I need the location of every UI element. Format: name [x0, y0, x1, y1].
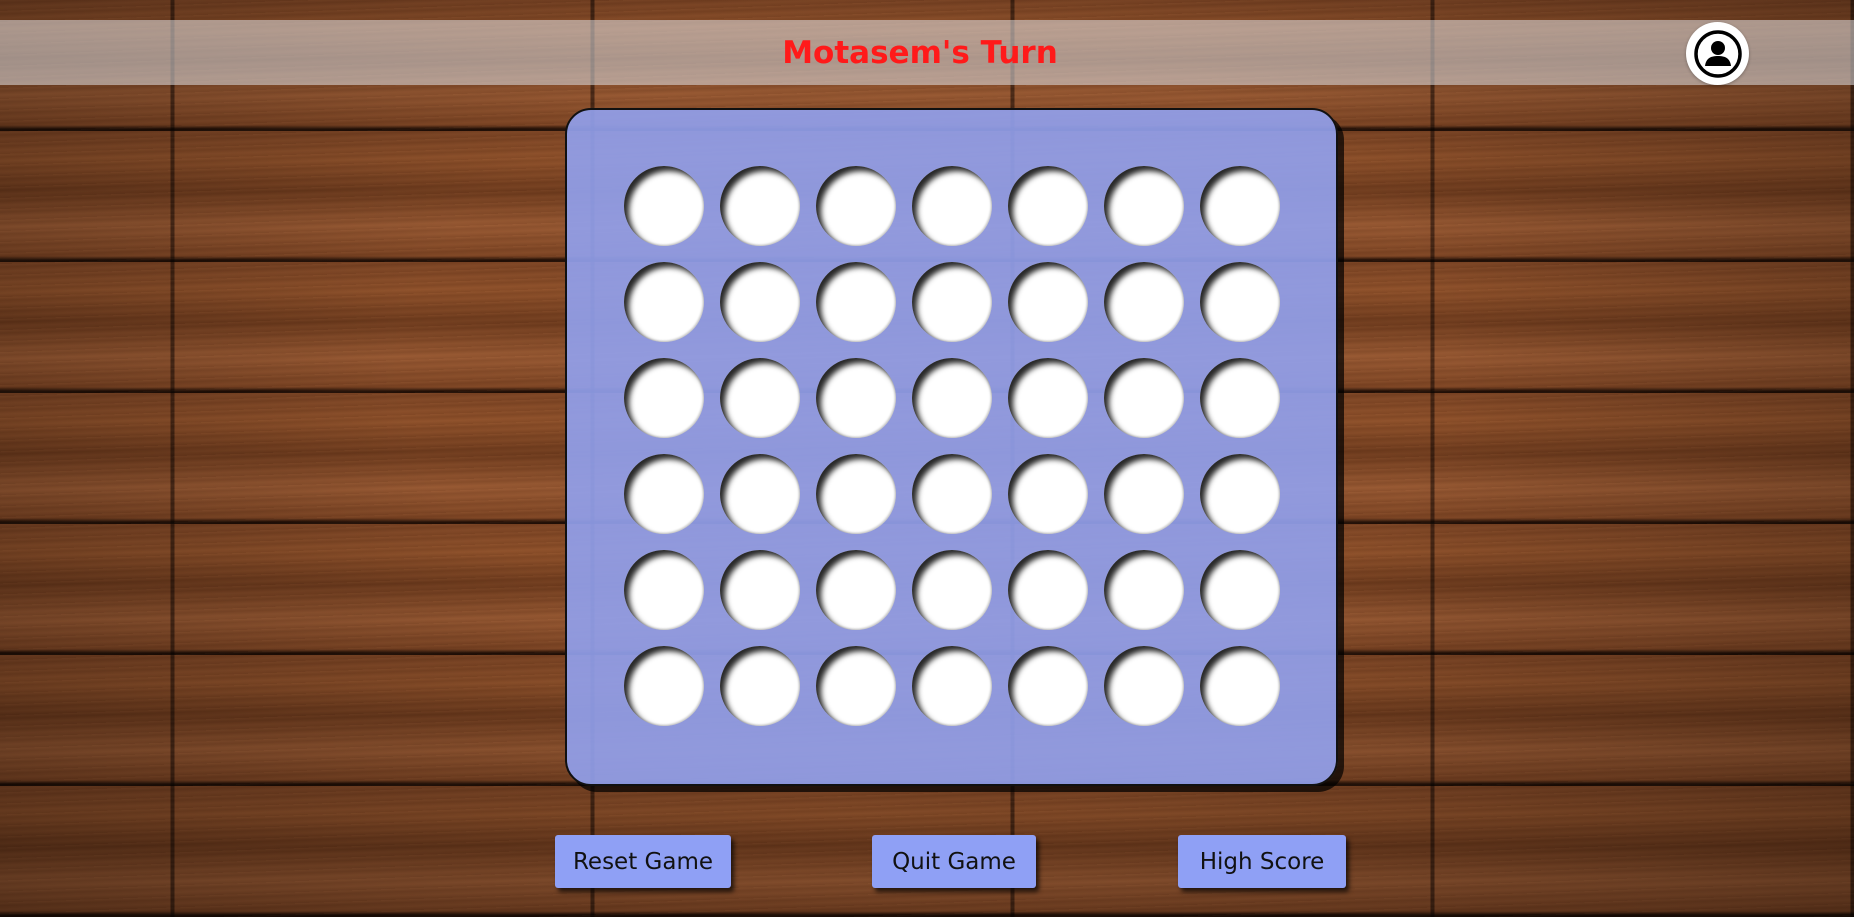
- board-cell[interactable]: [1008, 550, 1088, 630]
- board-cell[interactable]: [816, 454, 896, 534]
- board-cell[interactable]: [1200, 454, 1280, 534]
- board-cell[interactable]: [1104, 550, 1184, 630]
- board-cell[interactable]: [1008, 262, 1088, 342]
- user-circle-icon: [1693, 29, 1742, 78]
- board-cell[interactable]: [1200, 262, 1280, 342]
- board-cell[interactable]: [816, 550, 896, 630]
- board-cell[interactable]: [1200, 166, 1280, 246]
- turn-indicator: Motasem's Turn: [782, 34, 1058, 71]
- board-cell[interactable]: [1200, 646, 1280, 726]
- board-cell[interactable]: [720, 454, 800, 534]
- board-cell[interactable]: [816, 358, 896, 438]
- board-cell[interactable]: [624, 262, 704, 342]
- board-cell[interactable]: [1200, 358, 1280, 438]
- board-cell[interactable]: [1104, 166, 1184, 246]
- board-cell[interactable]: [912, 262, 992, 342]
- board-cell[interactable]: [816, 262, 896, 342]
- board-cell[interactable]: [720, 166, 800, 246]
- reset-game-button[interactable]: Reset Game: [555, 835, 731, 888]
- board-cell[interactable]: [720, 262, 800, 342]
- board-cell[interactable]: [1104, 646, 1184, 726]
- board-grid: [624, 166, 1280, 726]
- board-cell[interactable]: [1008, 646, 1088, 726]
- board-cell[interactable]: [624, 166, 704, 246]
- game-board: [565, 108, 1338, 786]
- board-cell[interactable]: [912, 358, 992, 438]
- quit-game-button[interactable]: Quit Game: [872, 835, 1036, 888]
- board-cell[interactable]: [720, 358, 800, 438]
- board-cell[interactable]: [624, 454, 704, 534]
- board-cell[interactable]: [720, 550, 800, 630]
- board-cell[interactable]: [624, 646, 704, 726]
- board-cell[interactable]: [1008, 358, 1088, 438]
- board-cell[interactable]: [816, 166, 896, 246]
- board-cell[interactable]: [912, 646, 992, 726]
- board-cell[interactable]: [816, 646, 896, 726]
- board-cell[interactable]: [1200, 550, 1280, 630]
- profile-button[interactable]: [1686, 22, 1749, 85]
- board-cell[interactable]: [624, 550, 704, 630]
- board-cell[interactable]: [624, 358, 704, 438]
- board-cell[interactable]: [720, 646, 800, 726]
- board-cell[interactable]: [1008, 166, 1088, 246]
- board-cell[interactable]: [1104, 262, 1184, 342]
- board-cell[interactable]: [912, 454, 992, 534]
- board-cell[interactable]: [912, 550, 992, 630]
- board-cell[interactable]: [1104, 358, 1184, 438]
- board-cell[interactable]: [1104, 454, 1184, 534]
- high-score-button[interactable]: High Score: [1178, 835, 1346, 888]
- board-cell[interactable]: [912, 166, 992, 246]
- board-cell[interactable]: [1008, 454, 1088, 534]
